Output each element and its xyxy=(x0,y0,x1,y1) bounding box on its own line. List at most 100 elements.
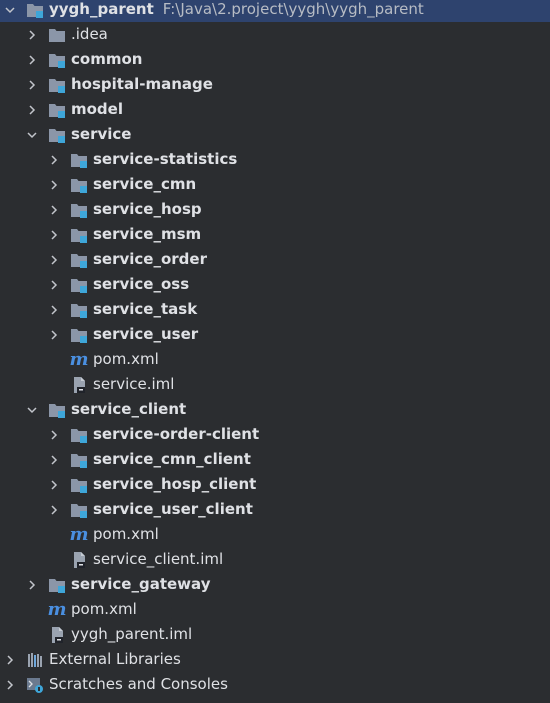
tree-row-label: model xyxy=(71,100,123,118)
tree-row-label: service_task xyxy=(93,300,198,318)
tree-row-label: service_hosp_client xyxy=(93,475,257,493)
tree-row-common[interactable]: common xyxy=(0,47,550,72)
chevron-right-icon[interactable] xyxy=(48,504,60,516)
tree-row-service-client[interactable]: service_client xyxy=(0,397,550,422)
tree-row-label: service_order xyxy=(93,250,207,268)
tree-row-service-order[interactable]: service_order xyxy=(0,247,550,272)
tree-row-label: hospital-manage xyxy=(71,75,213,93)
libraries-icon xyxy=(26,651,44,669)
chevron-right-icon[interactable] xyxy=(48,179,60,191)
chevron-right-icon[interactable] xyxy=(48,329,60,341)
iml-file-icon xyxy=(70,376,88,394)
tree-row-label: service_gateway xyxy=(71,575,211,593)
tree-row-root-iml[interactable]: yygh_parent.iml xyxy=(0,622,550,647)
module-folder-icon xyxy=(70,326,88,344)
module-folder-icon xyxy=(70,251,88,269)
project-tree: yygh_parent F:\Java\2.project\yygh\yygh_… xyxy=(0,0,550,703)
tree-row-label: service_client xyxy=(71,400,187,418)
tree-row-label: External Libraries xyxy=(49,650,181,668)
tree-row-service-msm[interactable]: service_msm xyxy=(0,222,550,247)
module-folder-icon xyxy=(48,576,66,594)
tree-row-label: common xyxy=(71,50,143,68)
iml-file-icon xyxy=(48,626,66,644)
module-folder-icon xyxy=(70,451,88,469)
chevron-right-icon[interactable] xyxy=(48,479,60,491)
module-folder-icon xyxy=(48,126,66,144)
tree-row-root[interactable]: yygh_parent F:\Java\2.project\yygh\yygh_… xyxy=(0,0,550,22)
tree-row-label: service_hosp xyxy=(93,200,202,218)
tree-row-service[interactable]: service xyxy=(0,122,550,147)
chevron-right-icon[interactable] xyxy=(26,104,38,116)
scratches-icon xyxy=(26,676,44,694)
tree-row-service-client-iml[interactable]: service_client.iml xyxy=(0,547,550,572)
chevron-right-icon[interactable] xyxy=(26,29,38,41)
tree-row-external-libraries[interactable]: External Libraries xyxy=(0,647,550,672)
tree-row-label: service xyxy=(71,125,132,143)
chevron-right-icon[interactable] xyxy=(48,454,60,466)
tree-row-label: Scratches and Consoles xyxy=(49,675,228,693)
tree-row-idea[interactable]: .idea xyxy=(0,22,550,47)
chevron-right-icon[interactable] xyxy=(26,579,38,591)
tree-row-service-cmn[interactable]: service_cmn xyxy=(0,172,550,197)
maven-icon: m xyxy=(69,348,89,370)
tree-row-label: pom.xml xyxy=(93,525,159,543)
folder-icon xyxy=(48,26,66,44)
chevron-right-icon[interactable] xyxy=(48,304,60,316)
tree-row-service-task[interactable]: service_task xyxy=(0,297,550,322)
chevron-down-icon[interactable] xyxy=(26,404,38,416)
tree-row-service-oss[interactable]: service_oss xyxy=(0,272,550,297)
chevron-right-icon[interactable] xyxy=(48,429,60,441)
chevron-down-icon[interactable] xyxy=(26,129,38,141)
tree-row-service-user-client[interactable]: service_user_client xyxy=(0,497,550,522)
chevron-right-icon[interactable] xyxy=(4,654,16,666)
tree-row-label: service_msm xyxy=(93,225,202,243)
tree-row-service-gateway[interactable]: service_gateway xyxy=(0,572,550,597)
tree-row-label: pom.xml xyxy=(71,600,137,618)
tree-row-hospital-manage[interactable]: hospital-manage xyxy=(0,72,550,97)
chevron-right-icon[interactable] xyxy=(48,204,60,216)
chevron-right-icon[interactable] xyxy=(48,254,60,266)
tree-row-root-pom[interactable]: m pom.xml xyxy=(0,597,550,622)
chevron-right-icon[interactable] xyxy=(48,154,60,166)
module-folder-icon xyxy=(26,1,44,19)
tree-row-service-cmn-client[interactable]: service_cmn_client xyxy=(0,447,550,472)
module-folder-icon xyxy=(70,276,88,294)
module-folder-icon xyxy=(48,101,66,119)
chevron-right-icon[interactable] xyxy=(4,679,16,691)
tree-row-scratches[interactable]: Scratches and Consoles xyxy=(0,672,550,697)
module-folder-icon xyxy=(70,476,88,494)
tree-row-label: service.iml xyxy=(93,375,175,393)
module-folder-icon xyxy=(70,201,88,219)
module-folder-icon xyxy=(70,151,88,169)
maven-icon: m xyxy=(69,523,89,545)
module-folder-icon xyxy=(70,301,88,319)
tree-row-label: service_user_client xyxy=(93,500,253,518)
chevron-right-icon[interactable] xyxy=(48,279,60,291)
tree-row-model[interactable]: model xyxy=(0,97,550,122)
tree-row-label: yygh_parent.iml xyxy=(71,625,193,643)
tree-row-service-iml[interactable]: service.iml xyxy=(0,372,550,397)
tree-row-service-hosp[interactable]: service_hosp xyxy=(0,197,550,222)
tree-row-service-client-pom[interactable]: m pom.xml xyxy=(0,522,550,547)
root-name: yygh_parent xyxy=(49,0,154,18)
tree-row-label: .idea xyxy=(71,25,108,43)
tree-row-service-statistics[interactable]: service-statistics xyxy=(0,147,550,172)
tree-row-service-order-client[interactable]: service-order-client xyxy=(0,422,550,447)
tree-row-label: service-order-client xyxy=(93,425,260,443)
tree-row-service-pom[interactable]: m pom.xml xyxy=(0,347,550,372)
chevron-right-icon[interactable] xyxy=(48,229,60,241)
tree-row-label: service-statistics xyxy=(93,150,238,168)
module-folder-icon xyxy=(70,426,88,444)
module-folder-icon xyxy=(70,501,88,519)
module-folder-icon xyxy=(70,226,88,244)
module-folder-icon xyxy=(48,76,66,94)
module-folder-icon xyxy=(70,176,88,194)
tree-row-label: pom.xml xyxy=(93,350,159,368)
chevron-right-icon[interactable] xyxy=(26,54,38,66)
chevron-right-icon[interactable] xyxy=(26,79,38,91)
maven-icon: m xyxy=(47,598,67,620)
tree-row-label: service_cmn_client xyxy=(93,450,251,468)
tree-row-service-user[interactable]: service_user xyxy=(0,322,550,347)
chevron-down-icon[interactable] xyxy=(4,4,16,16)
tree-row-service-hosp-client[interactable]: service_hosp_client xyxy=(0,472,550,497)
